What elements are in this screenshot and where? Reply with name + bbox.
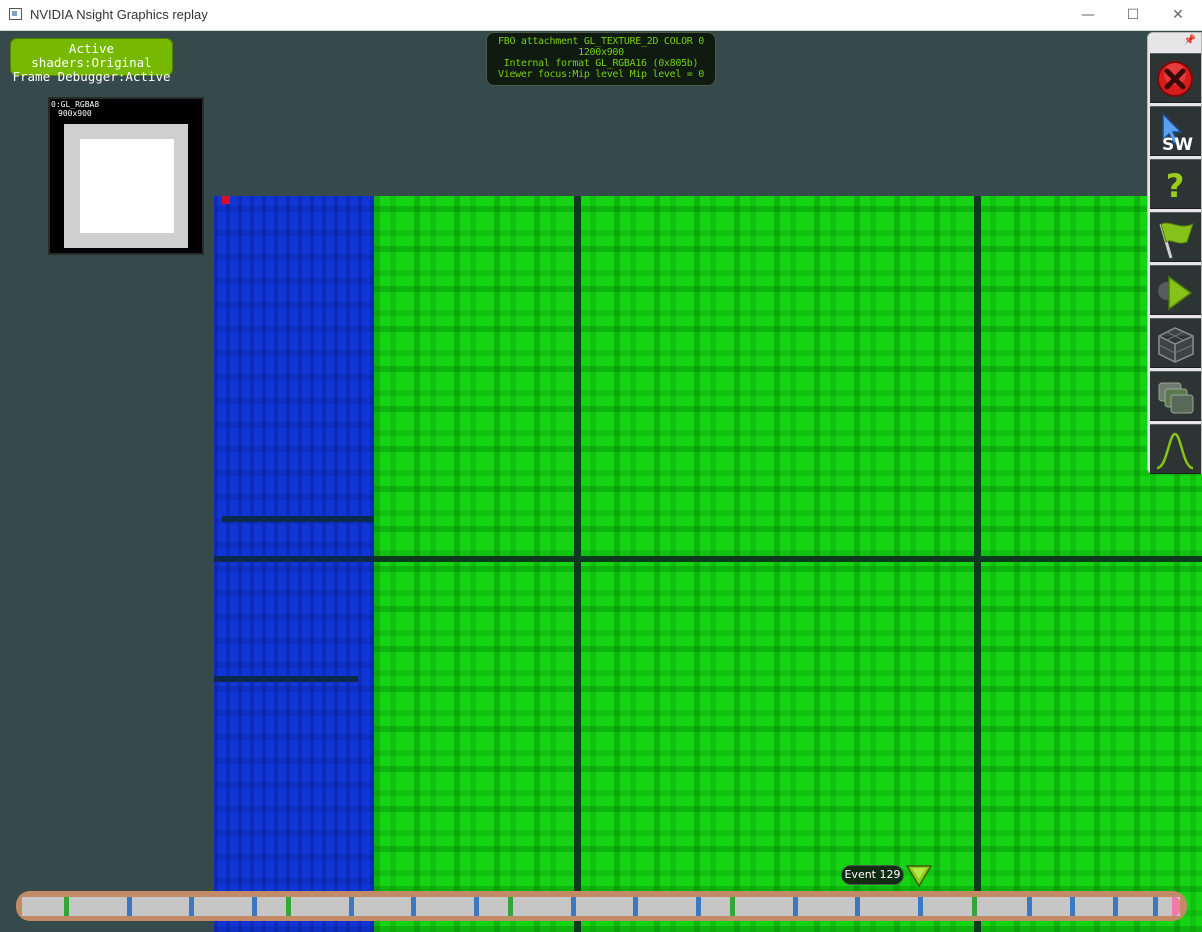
framebuffer-green-region [374,196,1202,932]
timeline-tick[interactable] [1027,897,1032,916]
fbo-format-text: Internal format GL_RGBA16 (0x805b) [503,58,699,69]
frame-debugger-text: Frame Debugger:Active [12,69,171,84]
timeline-tick[interactable] [189,897,194,916]
timeline-tick[interactable] [474,897,479,916]
timeline-tick[interactable] [793,897,798,916]
title-bar: NVIDIA Nsight Graphics replay — ☐ ✕ [0,0,1202,31]
render-targets-button[interactable] [1150,371,1201,421]
layers-icon [1158,382,1194,414]
close-capture-button[interactable] [1150,53,1201,103]
grid-line-v1 [574,196,581,932]
play-icon [1158,275,1193,311]
timeline-track[interactable] [22,897,1180,916]
current-event-label: Event 129 [841,865,904,885]
pin-icon[interactable]: 📌 [1184,35,1196,46]
app-window-icon [9,8,22,20]
close-window-button[interactable]: ✕ [1155,0,1201,31]
fbo-size-text: 1200x900 [578,47,624,58]
thumbnail-format-label: 0:GL_RGBA8 [51,100,100,109]
thumbnail-size-label: 900x900 [58,109,92,118]
timeline-tick[interactable] [696,897,701,916]
timeline-tick[interactable] [1153,897,1158,916]
maximize-button[interactable]: ☐ [1110,0,1156,31]
flag-button[interactable] [1150,212,1201,262]
timeline-tick[interactable] [1070,897,1075,916]
timeline-tick[interactable] [571,897,576,916]
cursor-sw-label: SW [1162,135,1193,155]
origin-marker [222,196,230,204]
timeline-tick[interactable] [730,897,735,916]
framebuffer-view[interactable] [214,196,1202,932]
histogram-button[interactable] [1150,424,1201,474]
timeline-tick[interactable] [918,897,923,916]
timeline-tick[interactable] [1113,897,1118,916]
timeline-tick[interactable] [972,897,977,916]
wireframe-cube-icon [1158,327,1194,363]
viewer-focus-text: Viewer focus:Mip level Mip level = 0 [498,69,704,80]
timeline-tick[interactable] [349,897,354,916]
cursor-sw-button[interactable]: SW [1150,106,1201,156]
shader-status-pill: Active shaders:Original Frame Debugger:A… [10,38,173,84]
timeline-tick[interactable] [508,897,513,916]
timeline-tick[interactable] [286,897,291,916]
timeline-tick[interactable] [633,897,638,916]
grid-line-h1 [374,556,1202,562]
framebuffer-blue-region [214,196,374,932]
timeline-end-cap [1172,897,1180,916]
timeline-tick[interactable] [252,897,257,916]
active-shaders-text: Active shaders:Original [31,41,152,70]
blue-grid-line-h3 [214,676,358,682]
minimize-button[interactable]: — [1065,0,1111,31]
timeline-tick[interactable] [64,897,69,916]
window-title: NVIDIA Nsight Graphics replay [30,7,208,22]
render-target-thumbnail[interactable]: 0:GL_RGBA8 900x900 [48,97,204,255]
help-button[interactable]: ? [1150,159,1201,209]
geometry-button[interactable] [1150,318,1201,368]
timeline-tick[interactable] [411,897,416,916]
question-mark-icon: ? [1166,167,1185,205]
hud-toolbar: 📌 SW ? [1147,32,1202,474]
bell-curve-icon [1156,432,1194,470]
thumbnail-inner-square [80,139,174,233]
event-marker-icon[interactable] [905,864,933,888]
blue-grid-line-h2 [222,516,374,522]
timeline-tick[interactable] [855,897,860,916]
fbo-attachment-text: FBO attachment GL_TEXTURE_2D COLOR 0 [498,36,704,47]
blue-grid-line-h1 [214,556,374,562]
svg-text:?: ? [1166,167,1185,205]
grid-line-v2 [974,196,981,932]
timeline-tick[interactable] [127,897,132,916]
flag-icon [1159,222,1194,259]
play-button[interactable] [1150,265,1201,315]
fbo-info-panel: FBO attachment GL_TEXTURE_2D COLOR 0 120… [486,32,716,86]
red-x-icon [1157,61,1193,97]
